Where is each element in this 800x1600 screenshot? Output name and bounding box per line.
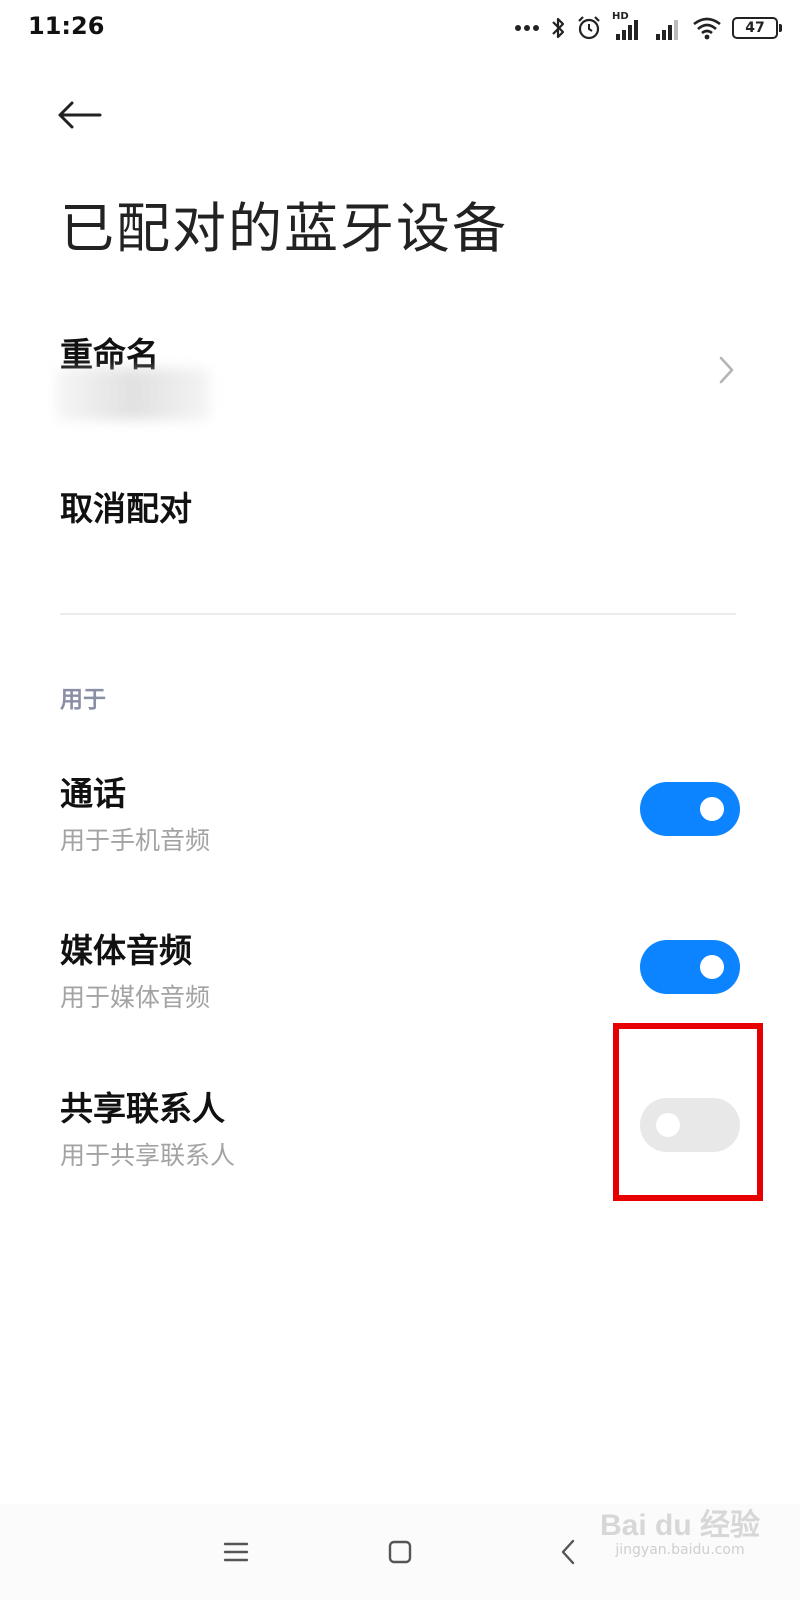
profile-subtitle: 用于手机音频 xyxy=(60,826,211,855)
highlight-box xyxy=(613,1023,763,1201)
profile-subtitle: 用于媒体音频 xyxy=(60,983,211,1012)
menu-icon xyxy=(223,1542,249,1562)
battery-icon: 47 xyxy=(732,17,782,39)
screen: 11:26 HD 47 已配对的蓝牙设备 重命名 取消配对 用于 通话 用于手机… xyxy=(0,0,800,1600)
nav-back-button[interactable] xyxy=(548,1532,588,1572)
profile-title: 媒体音频 xyxy=(60,931,192,970)
chevron-right-icon xyxy=(719,356,734,384)
device-name-blurred xyxy=(56,368,210,420)
profile-title: 共享联系人 xyxy=(60,1089,225,1128)
watermark-brand: Bai du 经验 xyxy=(599,1509,760,1542)
page-title: 已配对的蓝牙设备 xyxy=(60,197,508,260)
wifi-icon xyxy=(693,17,721,40)
signal-icon xyxy=(656,20,678,40)
section-label: 用于 xyxy=(60,687,106,713)
more-dots-icon xyxy=(515,25,539,31)
profile-subtitle: 用于共享联系人 xyxy=(60,1141,236,1170)
unpair-label: 取消配对 xyxy=(60,489,192,528)
status-time: 11:26 xyxy=(28,12,105,40)
back-button[interactable] xyxy=(56,90,116,140)
watermark: Bai du 经验 jingyan.baidu.com xyxy=(600,1500,760,1558)
bluetooth-icon xyxy=(552,17,565,39)
nav-home-button[interactable] xyxy=(380,1532,420,1572)
profile-title: 通话 xyxy=(60,774,126,813)
toggle-call[interactable] xyxy=(640,782,740,836)
watermark-url: jingyan.baidu.com xyxy=(615,1542,745,1558)
nav-menu-button[interactable] xyxy=(216,1532,256,1572)
toggle-knob xyxy=(700,955,724,979)
toggle-knob xyxy=(700,797,724,821)
unpair-row[interactable]: 取消配对 xyxy=(0,462,800,562)
signal-hd-icon: HD xyxy=(612,11,642,42)
status-icons: HD 47 xyxy=(514,10,782,46)
back-arrow-icon xyxy=(58,101,102,129)
divider xyxy=(60,613,736,615)
back-icon xyxy=(561,1539,575,1565)
alarm-icon xyxy=(578,16,600,40)
home-icon xyxy=(388,1540,412,1564)
status-bar: 11:26 HD 47 xyxy=(0,0,800,56)
toggle-media[interactable] xyxy=(640,940,740,994)
battery-level: 47 xyxy=(745,20,765,36)
